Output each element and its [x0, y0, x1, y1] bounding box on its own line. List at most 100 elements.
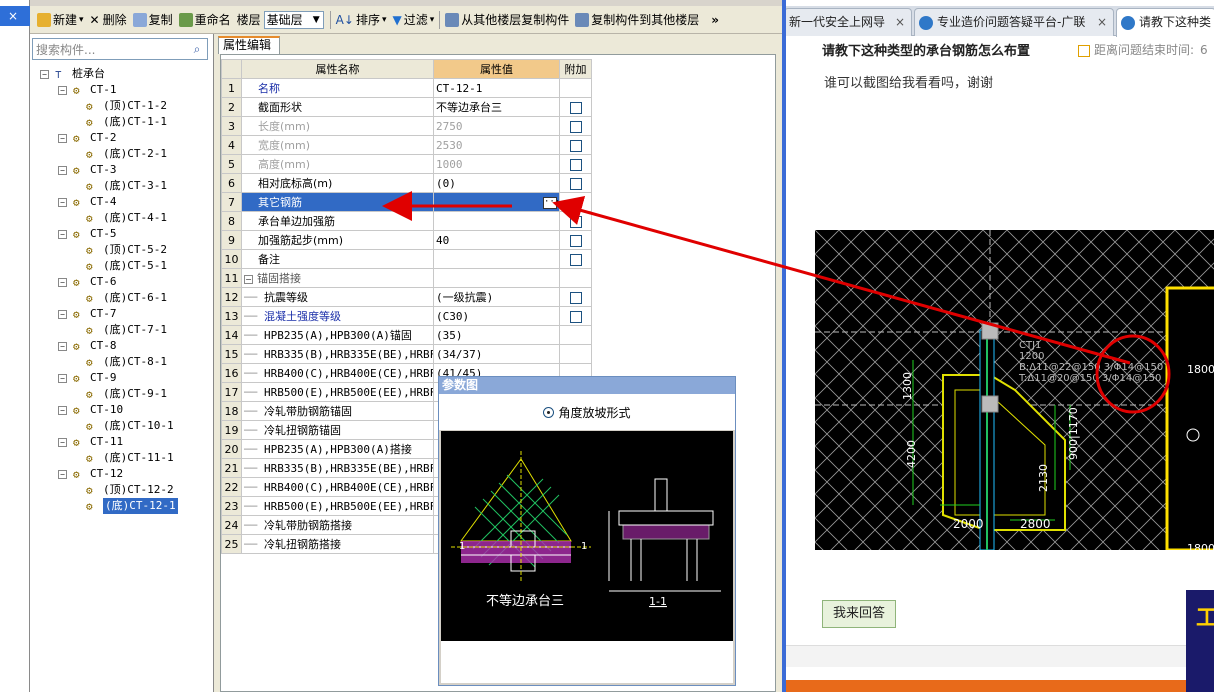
- property-value[interactable]: (34/37): [433, 344, 560, 364]
- property-value[interactable]: 40: [433, 230, 560, 250]
- tree-child-item[interactable]: ⚙ (底)CT-3-1: [38, 178, 214, 194]
- copy-to-floor-button[interactable]: 复制构件到其他楼层: [572, 9, 702, 31]
- delete-button[interactable]: ✕ 删除: [87, 9, 130, 31]
- collapse-icon[interactable]: −: [58, 405, 67, 415]
- tree-child-item[interactable]: ⚙ (顶)CT-5-2: [38, 242, 214, 258]
- property-value[interactable]: 不等边承台三: [433, 97, 560, 117]
- browser-tab[interactable]: 请教下这种类: [1116, 8, 1214, 37]
- tree-child-item[interactable]: ⚙ (底)CT-4-1: [38, 210, 214, 226]
- tree-item[interactable]: − ⚙ CT-3: [38, 162, 214, 178]
- collapse-icon[interactable]: −: [58, 469, 67, 479]
- browser-tab[interactable]: 专业造价问题答疑平台-广联 ×: [914, 8, 1114, 36]
- property-value[interactable]: (C30): [433, 306, 560, 326]
- property-value[interactable]: ···: [433, 192, 560, 212]
- collapse-icon[interactable]: −: [58, 373, 67, 383]
- property-row[interactable]: 10 备注: [221, 249, 592, 269]
- tree-item[interactable]: − ⚙ CT-2: [38, 130, 214, 146]
- collapse-icon[interactable]: −: [58, 133, 67, 143]
- close-tab-icon[interactable]: ×: [895, 9, 905, 35]
- collapse-icon[interactable]: −: [58, 165, 67, 175]
- tree-item[interactable]: − ⚙ CT-9: [38, 370, 214, 386]
- extra-checkbox[interactable]: [569, 253, 582, 266]
- property-row[interactable]: 3 长度(mm) 2750: [221, 116, 592, 136]
- tree-item[interactable]: − ⚙ CT-5: [38, 226, 214, 242]
- tree-item[interactable]: − ⚙ CT-4: [38, 194, 214, 210]
- browser-tab[interactable]: 新一代安全上网导 ×: [786, 8, 912, 36]
- tree-child-item[interactable]: ⚙ (底)CT-7-1: [38, 322, 214, 338]
- floor-select[interactable]: 基础层 ▼: [263, 10, 324, 29]
- tree-item[interactable]: − ⚙ CT-8: [38, 338, 214, 354]
- question-cad-image[interactable]: CTJ1 1200 B:Δ11@22@150 3/Φ14@150 T:Δ11@2…: [815, 230, 1214, 550]
- property-value[interactable]: 2530: [433, 135, 560, 155]
- close-icon[interactable]: ×: [8, 9, 18, 23]
- ellipsis-button[interactable]: ···: [543, 196, 559, 209]
- property-row[interactable]: 7 其它钢筋 ···: [221, 192, 592, 212]
- filter-button[interactable]: ▼ 过滤 ▾: [389, 9, 437, 31]
- collapse-icon[interactable]: −: [58, 437, 67, 447]
- tree-child-item[interactable]: ⚙ (底)CT-2-1: [38, 146, 214, 162]
- copy-from-floor-button[interactable]: 从其他楼层复制构件: [442, 9, 572, 31]
- header-extra[interactable]: 附加: [559, 59, 592, 79]
- collapse-icon[interactable]: −: [58, 309, 67, 319]
- tree-item[interactable]: − ⚙ CT-7: [38, 306, 214, 322]
- option-angle-slope[interactable]: 角度放坡形式: [439, 394, 735, 430]
- collapse-icon[interactable]: −: [58, 277, 67, 287]
- extra-checkbox[interactable]: [569, 177, 582, 190]
- extra-checkbox[interactable]: [569, 234, 582, 247]
- extra-checkbox[interactable]: [569, 158, 582, 171]
- property-value[interactable]: [433, 268, 560, 288]
- search-input[interactable]: 搜索构件... ⌕: [32, 38, 208, 60]
- tree-child-item-selected[interactable]: ⚙ (底)CT-12-1: [38, 498, 214, 514]
- toolbar-overflow-button[interactable]: »: [708, 9, 722, 31]
- collapse-icon[interactable]: −: [244, 275, 253, 284]
- search-icon[interactable]: ⌕: [187, 39, 207, 59]
- property-row[interactable]: 8 承台单边加强筋: [221, 211, 592, 231]
- property-value[interactable]: 2750: [433, 116, 560, 136]
- tree-item[interactable]: − ⚙ CT-12: [38, 466, 214, 482]
- property-row[interactable]: 6 相对底标高(m) (0): [221, 173, 592, 193]
- collapse-icon[interactable]: −: [58, 229, 67, 239]
- property-row[interactable]: 5 高度(mm) 1000: [221, 154, 592, 174]
- tree-child-item[interactable]: ⚙ (顶)CT-1-2: [38, 98, 214, 114]
- sort-button[interactable]: A↓ 排序 ▾: [333, 9, 390, 31]
- rename-button[interactable]: 重命名: [176, 9, 234, 31]
- property-row[interactable]: 9 加强筋起步(mm) 40: [221, 230, 592, 250]
- header-name[interactable]: 属性名称: [241, 59, 434, 79]
- header-value[interactable]: 属性值: [433, 59, 560, 79]
- property-value[interactable]: CT-12-1: [433, 78, 560, 98]
- property-value[interactable]: 1000: [433, 154, 560, 174]
- tree-child-item[interactable]: ⚙ (底)CT-11-1: [38, 450, 214, 466]
- tree-child-item[interactable]: ⚙ (顶)CT-12-2: [38, 482, 214, 498]
- extra-checkbox[interactable]: [569, 101, 582, 114]
- property-row[interactable]: 13 ── 混凝土强度等级 (C30): [221, 306, 592, 326]
- extra-checkbox[interactable]: [569, 120, 582, 133]
- property-value[interactable]: [433, 211, 560, 231]
- property-value[interactable]: [433, 249, 560, 269]
- property-value[interactable]: (一级抗震): [433, 287, 560, 307]
- property-row[interactable]: 1 名称 CT-12-1: [221, 78, 592, 98]
- collapse-icon[interactable]: −: [58, 341, 67, 351]
- collapse-icon[interactable]: −: [40, 69, 49, 79]
- tree-child-item[interactable]: ⚙ (底)CT-10-1: [38, 418, 214, 434]
- new-button[interactable]: 新建 ▾: [34, 9, 87, 31]
- tree-child-item[interactable]: ⚙ (底)CT-8-1: [38, 354, 214, 370]
- property-value[interactable]: (0): [433, 173, 560, 193]
- answer-button[interactable]: 我来回答: [822, 600, 896, 628]
- property-row[interactable]: 2 截面形状 不等边承台三: [221, 97, 592, 117]
- close-tab-icon[interactable]: ×: [1097, 9, 1107, 35]
- tree-child-item[interactable]: ⚙ (底)CT-5-1: [38, 258, 214, 274]
- extra-checkbox[interactable]: [569, 310, 582, 323]
- tree-child-item[interactable]: ⚙ (底)CT-9-1: [38, 386, 214, 402]
- tree-root[interactable]: − ⊤ 桩承台: [38, 66, 214, 82]
- tree-item[interactable]: − ⚙ CT-10: [38, 402, 214, 418]
- property-row[interactable]: 11− 锚固搭接: [221, 268, 592, 288]
- tree-item[interactable]: − ⚙ CT-6: [38, 274, 214, 290]
- tree-child-item[interactable]: ⚙ (底)CT-6-1: [38, 290, 214, 306]
- property-row[interactable]: 14 ── HPB235(A),HPB300(A)锚固 (35): [221, 325, 592, 345]
- property-row[interactable]: 4 宽度(mm) 2530: [221, 135, 592, 155]
- tree-item[interactable]: − ⚙ CT-1: [38, 82, 214, 98]
- extra-checkbox[interactable]: [569, 215, 582, 228]
- property-value[interactable]: (35): [433, 325, 560, 345]
- collapse-icon[interactable]: −: [58, 197, 67, 207]
- extra-checkbox[interactable]: [569, 139, 582, 152]
